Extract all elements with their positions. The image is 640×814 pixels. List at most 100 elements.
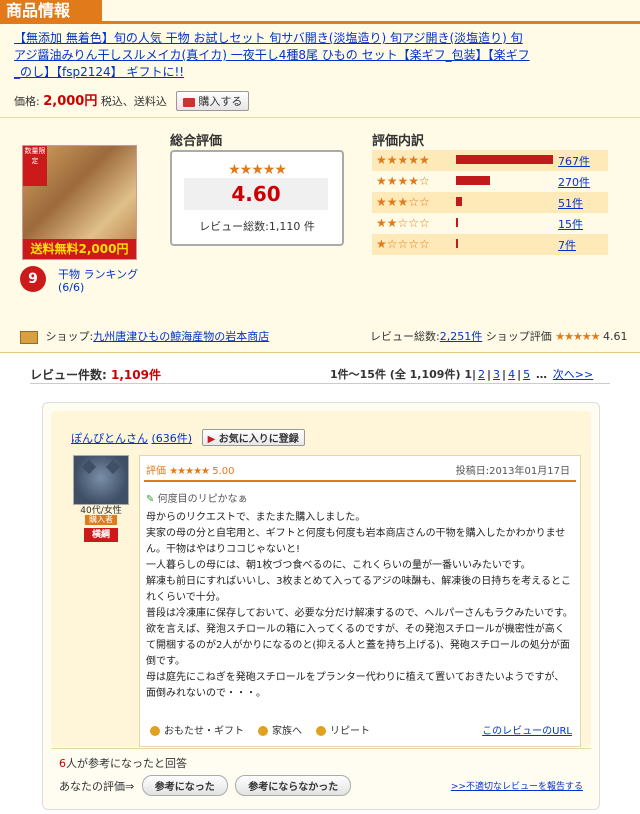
breakdown-count-link[interactable]: 7件	[558, 237, 576, 253]
review-stars-icon: ★★★★★	[169, 466, 210, 477]
shop-total-link[interactable]: 2,251件	[440, 330, 483, 343]
shop-stats: レビュー総数:2,251件 ショップ評価 ★★★★★ 4.61	[370, 328, 628, 344]
section-title: 商品情報	[0, 0, 102, 22]
overall-stars-icon: ★★★★★	[228, 162, 287, 178]
review-paragraph: 欲を言えば、発泡スチロールの箱に入ってくるのですが、その発泡スチロールが機密性が…	[146, 624, 570, 667]
breakdown-count-link[interactable]: 15件	[558, 216, 583, 232]
ranking-sub: (6/6)	[58, 281, 85, 294]
breakdown-bar	[456, 176, 490, 185]
header-divider	[0, 21, 640, 24]
breakdown-bar	[456, 239, 458, 248]
price-note: 税込、送料込	[100, 95, 167, 108]
review-card: ぽんぴとんさん (636件) ▶ お気に入りに登録 40代/女性 購入者 横綱 …	[42, 402, 600, 810]
avatar	[73, 455, 129, 505]
review-tag: 家族へ	[258, 726, 302, 737]
shop-rating-value: 4.61	[603, 330, 628, 343]
reviewer-name-link[interactable]: ぽんぴとんさん	[71, 432, 148, 445]
page-separator: |	[517, 368, 522, 381]
review-date: 投稿日:2013年01月17日	[455, 466, 570, 477]
cart-icon	[183, 97, 196, 107]
next-page-link[interactable]: 次へ>>	[553, 368, 593, 381]
review-tag-label: おもたせ・ギフト	[164, 726, 244, 737]
your-rating: あなたの評価⇒ 参考になった 参考にならなかった	[59, 775, 352, 796]
breakdown-stars-icon: ★★☆☆☆	[376, 216, 430, 230]
review-url[interactable]: このレビューのURL	[482, 722, 572, 737]
breakdown-bar	[456, 218, 458, 227]
report-link[interactable]: >>不適切なレビューを報告する	[451, 782, 583, 792]
product-title[interactable]: 【無添加 無着色】旬の人気 干物 お試しセット 旬サバ開き(淡塩造り) 旬アジ開…	[14, 30, 534, 81]
review-tag-label: 家族へ	[272, 726, 302, 737]
buy-button[interactable]: 購入する	[176, 91, 250, 111]
review-tag-label: リピート	[330, 726, 370, 737]
page-separator: |	[502, 368, 507, 381]
tag-icon	[258, 726, 268, 736]
breakdown-count-link[interactable]: 270件	[558, 174, 590, 190]
pagination-pages: 1| 2 | 3 | 4 | 5	[464, 368, 532, 381]
divider	[0, 117, 640, 118]
shop-rating-label: ショップ評価	[485, 330, 552, 343]
ranking-text[interactable]: 干物 ランキング (6/6)	[58, 268, 178, 294]
breakdown-heading: 評価内訳	[372, 134, 425, 149]
overall-total: レビュー総数:1,110 件	[199, 220, 315, 233]
shop-total-label: レビュー総数:	[370, 330, 440, 343]
review-paragraph: 一人暮らしの母には、朝1枚づつ食べるのに、これくらいの量が一番いいみたいです。	[146, 560, 531, 571]
product-thumbnail[interactable]: 数量限定 送料無料2,000円	[22, 145, 137, 260]
review-title: ✎ 何度目のリピかなぁ	[146, 490, 248, 505]
shop-rating-stars-icon: ★★★★★	[555, 330, 600, 343]
price-label: 価格:	[14, 95, 40, 108]
review-paragraph: 実家の母の分と自宅用と、ギフトと何度も何度も岩本商店さんの干物を購入したかわかり…	[146, 528, 566, 555]
review-content: 評価 ★★★★★ 5.00 投稿日:2013年01月17日 ✎ 何度目のリピかな…	[139, 455, 581, 747]
price-value: 2,000円	[43, 94, 98, 109]
helpful-text: 人が参考になったと回答	[66, 757, 187, 770]
review-paragraph: 母からのリクエストで、またまた購入しました。	[146, 512, 366, 523]
overall-rating-box: ★★★★★ 4.60 レビュー総数:1,110 件	[170, 150, 344, 246]
purchaser-badge: 購入者	[85, 515, 117, 525]
pagination: 1件〜15件 (全 1,109件) 1| 2 | 3 | 4 | 5 … 次へ>>	[330, 366, 595, 382]
review-count-value: 1,109件	[111, 368, 161, 382]
review-tag: リピート	[316, 726, 370, 737]
review-count-label: レビュー件数:	[30, 368, 107, 382]
review-header: 評価 ★★★★★ 5.00 投稿日:2013年01月17日	[146, 462, 574, 480]
breakdown-row: ★★★☆☆ 51件	[372, 192, 608, 213]
pagination-range: 1件〜15件 (全 1,109件)	[330, 368, 461, 381]
overall-heading: 総合評価	[170, 134, 223, 149]
review-tag: おもたせ・ギフト	[150, 726, 244, 737]
breakdown-count-link[interactable]: 51件	[558, 195, 583, 211]
vote-not-helpful-button[interactable]: 参考にならなかった	[235, 775, 352, 796]
page-link[interactable]: 3	[493, 368, 500, 381]
product-title-link[interactable]: 【無添加 無着色】旬の人気 干物 お試しセット 旬サバ開き(淡塩造り) 旬アジ開…	[14, 31, 530, 79]
review-paragraph: 母は庭先にこねぎを発砲スチロールをプランター代わりに植えて置いておきたいようです…	[146, 672, 565, 699]
breakdown-row: ★★★★★ 767件	[372, 150, 608, 171]
helpful-number: 6	[59, 757, 66, 770]
review-eval-label: 評価	[146, 466, 166, 477]
review-body: 母からのリクエストで、またまた購入しました。実家の母の分と自宅用と、ギフトと何度…	[146, 510, 574, 702]
page-link[interactable]: 4	[508, 368, 515, 381]
reviewer-row: ぽんぴとんさん (636件) ▶ お気に入りに登録	[71, 429, 305, 446]
page-link[interactable]: 5	[523, 368, 530, 381]
breakdown-table: ★★★★★ 767件 ★★★★☆ 270件 ★★★☆☆ 51件 ★★☆☆☆ 15件 ★☆☆☆☆ 7…	[372, 150, 608, 255]
favorite-button[interactable]: ▶ お気に入りに登録	[201, 429, 305, 446]
breakdown-count-link[interactable]: 767件	[558, 153, 590, 169]
tag-icon	[316, 726, 326, 736]
report-link-wrap[interactable]: >>不適切なレビューを報告する	[451, 779, 583, 792]
shop-info: ショップ:九州唐津ひもの鯨海産物の岩本商店	[20, 328, 269, 344]
helpful-count: 6人が参考になったと回答	[59, 755, 187, 771]
review-score: 5.00	[212, 466, 235, 477]
vote-helpful-button[interactable]: 参考になった	[141, 775, 228, 796]
favorite-button-label: お気に入りに登録	[218, 434, 299, 445]
shop-link[interactable]: 九州唐津ひもの鯨海産物の岩本商店	[93, 330, 269, 343]
ranking-label[interactable]: 干物 ランキング	[58, 268, 138, 281]
reviewer-count-link[interactable]: (636件)	[152, 432, 193, 445]
page-separator: |	[487, 368, 492, 381]
overall-score: 4.60	[184, 178, 328, 210]
breakdown-row: ★★★★☆ 270件	[372, 171, 608, 192]
breakdown-row: ★☆☆☆☆ 7件	[372, 234, 608, 255]
buy-button-label: 購入する	[198, 95, 243, 108]
breakdown-stars-icon: ★★★☆☆	[376, 195, 430, 209]
thumbnail-badge: 数量限定	[23, 146, 47, 186]
page-link[interactable]: 2	[478, 368, 485, 381]
review-divider	[144, 480, 576, 482]
breakdown-stars-icon: ★★★★☆	[376, 174, 430, 188]
page-separator: |	[471, 368, 477, 381]
review-url-link[interactable]: このレビューのURL	[482, 726, 572, 737]
